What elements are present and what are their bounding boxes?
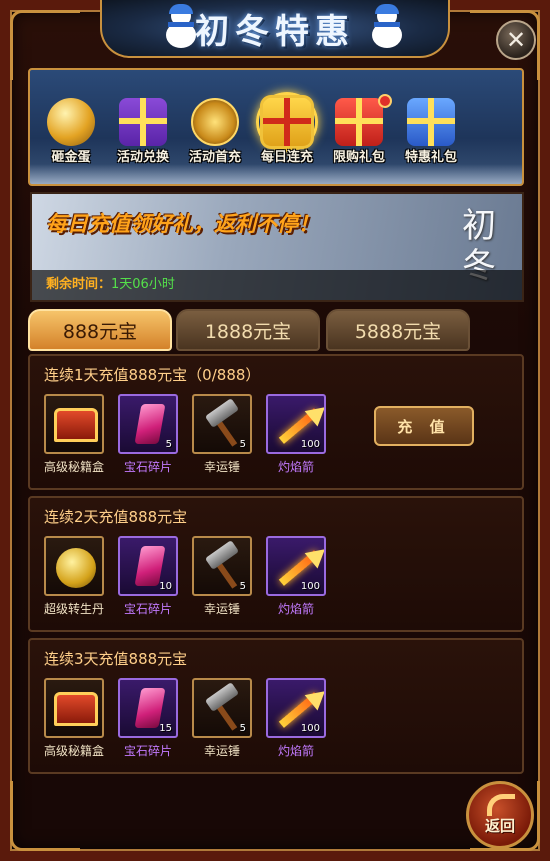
tab-1888[interactable]: 1888元宝	[176, 309, 320, 351]
category-label: 每日连充	[260, 150, 313, 165]
coins-icon	[191, 98, 239, 146]
reward-row: 连续1天充值888元宝（0/888） 高级秘籍盒 5 宝石碎片 5 幸运锤 10…	[28, 354, 524, 490]
back-arrow-icon	[487, 794, 515, 816]
item-quantity: 5	[239, 439, 246, 450]
reward-item[interactable]: 100 灼焰箭	[264, 536, 328, 624]
reward-row-title: 连续2天充值888元宝	[44, 508, 188, 526]
reward-item[interactable]: 5 幸运锤	[190, 536, 254, 624]
golden-egg-icon	[47, 98, 95, 146]
reward-item[interactable]: 100 灼焰箭	[264, 394, 328, 482]
item-name: 超级转生丹	[43, 602, 104, 616]
reward-item[interactable]: 5 宝石碎片	[116, 394, 180, 482]
category-label: 限购礼包	[332, 150, 385, 165]
back-label: 返回	[484, 817, 515, 835]
item-name: 幸运锤	[203, 460, 240, 474]
reward-item[interactable]: 15 宝石碎片	[116, 678, 180, 766]
item-name: 灼焰箭	[277, 460, 314, 474]
reward-row: 连续2天充值888元宝 超级转生丹 10 宝石碎片 5 幸运锤 100 灼焰箭	[28, 496, 524, 632]
item-quantity: 15	[159, 723, 172, 734]
item-name: 幸运锤	[203, 744, 240, 758]
item-quantity: 5	[165, 439, 172, 450]
category-label: 特惠礼包	[404, 150, 457, 165]
item-name: 幸运锤	[203, 602, 240, 616]
reward-row-title: 连续3天充值888元宝	[44, 650, 188, 668]
back-button[interactable]: 返回	[466, 781, 534, 849]
tab-888[interactable]: 888元宝	[28, 309, 172, 351]
reward-item[interactable]: 100 灼焰箭	[264, 678, 328, 766]
remaining-time: 剩余时间：1天06小时	[46, 273, 175, 292]
reward-row: 连续3天充值888元宝 高级秘籍盒 15 宝石碎片 5 幸运锤 100 灼焰箭	[28, 638, 524, 774]
item-name: 宝石碎片	[123, 744, 172, 758]
close-icon: ✕	[505, 26, 527, 54]
gift-box-icon	[407, 98, 455, 146]
gift-box-icon	[263, 98, 311, 146]
snowman-icon	[370, 4, 404, 50]
gift-box-icon	[119, 98, 167, 146]
remaining-time-value: 1天06小时	[111, 277, 175, 292]
category-limited-pack[interactable]: 限购礼包	[324, 94, 394, 178]
item-quantity: 10	[159, 581, 172, 592]
flame-arrow-icon: 100	[266, 536, 326, 596]
hammer-icon: 5	[192, 678, 252, 738]
chest-icon	[44, 678, 104, 738]
item-name: 灼焰箭	[277, 602, 314, 616]
category-activity-exchange[interactable]: 活动兑换	[108, 98, 178, 178]
hammer-icon: 5	[192, 536, 252, 596]
flame-arrow-icon: 100	[266, 394, 326, 454]
category-golden-egg[interactable]: 砸金蛋	[36, 98, 106, 178]
reward-item[interactable]: 高级秘籍盒	[42, 678, 106, 766]
item-quantity: 5	[239, 723, 246, 734]
reward-item[interactable]: 超级转生丹	[42, 536, 106, 624]
category-label: 活动兑换	[116, 150, 169, 165]
remaining-time-label: 剩余时间：	[46, 277, 112, 292]
category-first-recharge[interactable]: 活动首充	[180, 98, 250, 178]
item-name: 高级秘籍盒	[43, 744, 104, 758]
gem-shard-icon: 5	[118, 394, 178, 454]
chest-icon	[44, 394, 104, 454]
gem-shard-icon: 10	[118, 536, 178, 596]
flame-arrow-icon: 100	[266, 678, 326, 738]
category-bar: 砸金蛋 活动兑换 活动首充 每日连充 限购礼包 特惠礼包	[28, 68, 524, 186]
reward-list: 连续1天充值888元宝（0/888） 高级秘籍盒 5 宝石碎片 5 幸运锤 10…	[28, 354, 524, 794]
page-title: 初冬特惠	[195, 11, 355, 52]
gem-shard-icon: 15	[118, 678, 178, 738]
recharge-button[interactable]: 充 值	[374, 406, 474, 446]
item-name: 宝石碎片	[123, 460, 172, 474]
promo-banner: 每日充值领好礼，返利不停！ 初冬 剩余时间：1天06小时	[30, 192, 524, 302]
category-special-pack[interactable]: 特惠礼包	[396, 98, 466, 178]
item-quantity: 100	[300, 581, 320, 592]
reward-item[interactable]: 10 宝石碎片	[116, 536, 180, 624]
category-daily-recharge[interactable]: 每日连充	[252, 92, 322, 178]
reward-item[interactable]: 高级秘籍盒	[42, 394, 106, 482]
tab-5888[interactable]: 5888元宝	[326, 309, 470, 351]
gift-box-icon	[335, 98, 383, 146]
promo-headline: 每日充值领好礼，返利不停！	[46, 212, 319, 236]
reward-item[interactable]: 5 幸运锤	[190, 678, 254, 766]
reward-item[interactable]: 5 幸运锤	[190, 394, 254, 482]
item-quantity: 100	[300, 439, 320, 450]
item-quantity: 100	[300, 723, 320, 734]
tier-tabs: 888元宝 1888元宝 5888元宝	[28, 309, 524, 351]
category-label: 活动首充	[188, 150, 241, 165]
notification-badge	[378, 94, 392, 108]
item-name: 灼焰箭	[277, 744, 314, 758]
close-button[interactable]: ✕	[496, 20, 536, 60]
hammer-icon: 5	[192, 394, 252, 454]
reward-row-title: 连续1天充值888元宝（0/888）	[44, 366, 261, 384]
snowman-icon	[164, 4, 198, 50]
item-name: 高级秘籍盒	[43, 460, 104, 474]
title-banner: 初冬特惠	[100, 0, 450, 58]
category-label: 砸金蛋	[51, 150, 91, 165]
rebirth-pill-icon	[44, 536, 104, 596]
item-quantity: 5	[239, 581, 246, 592]
item-name: 宝石碎片	[123, 602, 172, 616]
